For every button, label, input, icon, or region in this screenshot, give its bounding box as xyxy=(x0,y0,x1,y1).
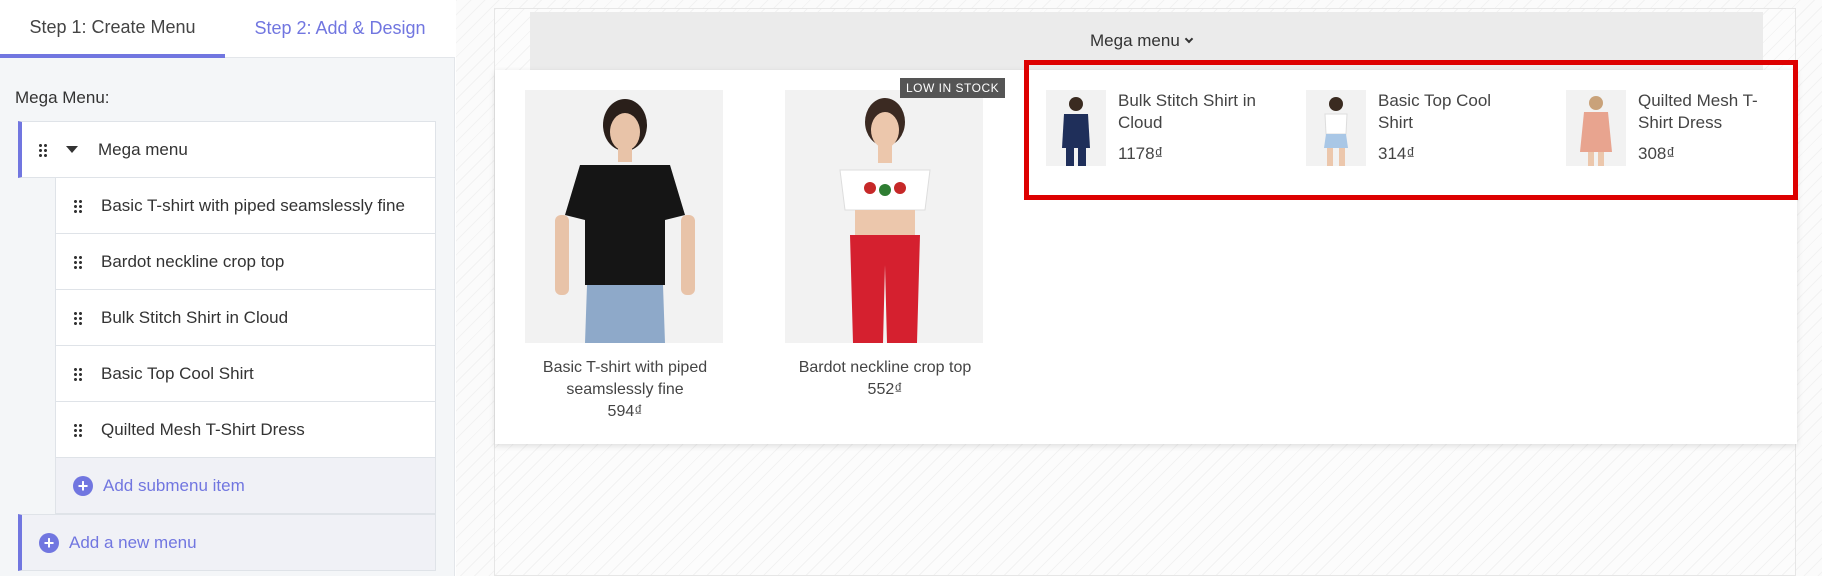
nav-mega-menu-label: Mega menu xyxy=(1090,31,1180,50)
plus-circle-icon: + xyxy=(39,532,59,553)
drag-handle-icon[interactable] xyxy=(73,310,83,325)
drag-handle-icon[interactable] xyxy=(73,198,83,213)
menu-item-label: Mega menu xyxy=(98,139,188,159)
drag-handle-icon[interactable] xyxy=(73,366,83,381)
drag-handle-icon[interactable] xyxy=(38,142,48,157)
submenu-item[interactable]: Basic Top Cool Shirt xyxy=(55,345,436,402)
product-card[interactable]: Basic T-shirt with piped seamslessly fin… xyxy=(525,90,725,423)
product-image[interactable] xyxy=(525,90,723,343)
submenu-item-label: Basic Top Cool Shirt xyxy=(101,363,254,383)
submenu-item-label: Basic T-shirt with piped seamslessly fin… xyxy=(101,195,405,215)
product-price: 552₫ xyxy=(867,381,903,398)
add-submenu-button[interactable]: + Add submenu item xyxy=(55,457,436,514)
submenu-item-label: Quilted Mesh T-Shirt Dress xyxy=(101,419,305,439)
chevron-down-icon xyxy=(1184,34,1194,44)
menu-item-mega-menu[interactable]: Mega menu xyxy=(18,121,436,178)
submenu-item-label: Bulk Stitch Shirt in Cloud xyxy=(101,307,289,327)
caret-down-icon[interactable] xyxy=(66,146,78,153)
product-name[interactable]: Basic T-shirt with piped seamslessly fin… xyxy=(525,357,725,401)
menu-editor-panel: Step 1: Create Menu Step 2: Add & Design… xyxy=(0,0,455,576)
submenu-item[interactable]: Basic T-shirt with piped seamslessly fin… xyxy=(55,177,436,234)
add-menu-label: Add a new menu xyxy=(69,532,197,552)
product-photo-crop-top xyxy=(785,90,983,343)
plus-circle-icon: + xyxy=(73,475,93,496)
product-image[interactable] xyxy=(785,90,983,343)
submenu-item[interactable]: Quilted Mesh T-Shirt Dress xyxy=(55,401,436,458)
submenu-item[interactable]: Bardot neckline crop top xyxy=(55,233,436,290)
tab-add-design[interactable]: Step 2: Add & Design xyxy=(225,0,455,58)
submenu-item[interactable]: Bulk Stitch Shirt in Cloud xyxy=(55,289,436,346)
submenu-item-label: Bardot neckline crop top xyxy=(101,251,285,271)
product-price: 594₫ xyxy=(607,403,643,420)
product-photo-black-tshirt xyxy=(525,90,723,343)
add-submenu-label: Add submenu item xyxy=(103,475,245,495)
add-menu-button[interactable]: + Add a new menu xyxy=(18,514,436,571)
highlight-box xyxy=(1024,60,1798,200)
tab-create-menu[interactable]: Step 1: Create Menu xyxy=(0,0,225,58)
low-stock-badge: LOW IN STOCK xyxy=(900,78,1006,98)
product-card[interactable]: Bardot neckline crop top 552₫ xyxy=(785,90,985,401)
drag-handle-icon[interactable] xyxy=(73,422,83,437)
drag-handle-icon[interactable] xyxy=(73,254,83,269)
mega-menu-heading: Mega Menu: xyxy=(15,88,110,107)
step-tabs: Step 1: Create Menu Step 2: Add & Design xyxy=(0,0,455,58)
product-name[interactable]: Bardot neckline crop top xyxy=(785,357,985,379)
